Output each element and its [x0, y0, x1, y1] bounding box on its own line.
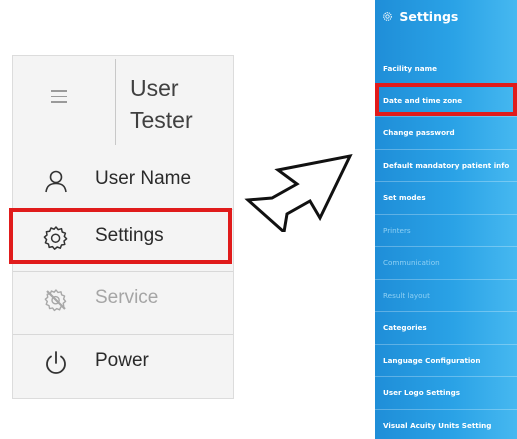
divider: [375, 376, 517, 377]
user-icon: [45, 170, 67, 193]
menu-header: User Tester: [13, 56, 233, 152]
settings-item-categories[interactable]: Categories: [383, 323, 427, 332]
arrow-right-icon: [244, 153, 353, 232]
settings-title-text: Settings: [399, 9, 459, 24]
service-icon: [44, 289, 67, 312]
user-display-name: User Tester: [130, 72, 220, 136]
menu-item-label: User Name: [95, 168, 192, 189]
divider: [375, 246, 517, 247]
menu-item-label: Service: [95, 287, 159, 308]
divider: [375, 311, 517, 312]
settings-panel-title: Settings: [382, 9, 458, 24]
menu-item-service[interactable]: Service: [13, 271, 233, 329]
settings-item-visual-acuity-units[interactable]: Visual Acuity Units Setting: [383, 421, 491, 430]
highlight-box-settings: [9, 208, 232, 264]
divider: [375, 181, 517, 182]
settings-item-result-layout: Result layout: [383, 291, 430, 300]
highlight-box-date-time-zone: [375, 83, 517, 116]
divider: [375, 279, 517, 280]
settings-item-user-logo-settings[interactable]: User Logo Settings: [383, 388, 460, 397]
settings-item-default-patient-info[interactable]: Default mandatory patient info: [383, 161, 509, 170]
settings-item-language-configuration[interactable]: Language Configuration: [383, 356, 480, 365]
settings-item-change-password[interactable]: Change password: [383, 128, 455, 137]
settings-gear-icon: [383, 12, 392, 21]
menu-item-label: Power: [95, 350, 149, 371]
divider: [375, 409, 517, 410]
settings-item-facility-name[interactable]: Facility name: [383, 64, 437, 73]
divider: [375, 116, 517, 117]
settings-item-set-modes[interactable]: Set modes: [383, 193, 426, 202]
divider: [375, 149, 517, 150]
hamburger-menu-icon[interactable]: [51, 90, 67, 103]
menu-item-power[interactable]: Power: [13, 334, 233, 392]
divider: [375, 344, 517, 345]
settings-panel: Settings Facility name Date and time zon…: [375, 0, 517, 439]
settings-item-communication: Communication: [383, 258, 440, 267]
divider: [375, 214, 517, 215]
user-last-name: Tester: [130, 107, 193, 133]
settings-item-printers: Printers: [383, 226, 411, 235]
power-icon: [46, 351, 66, 374]
header-divider: [115, 59, 116, 145]
user-first-name: User: [130, 75, 179, 101]
menu-item-user-name[interactable]: User Name: [13, 152, 233, 210]
